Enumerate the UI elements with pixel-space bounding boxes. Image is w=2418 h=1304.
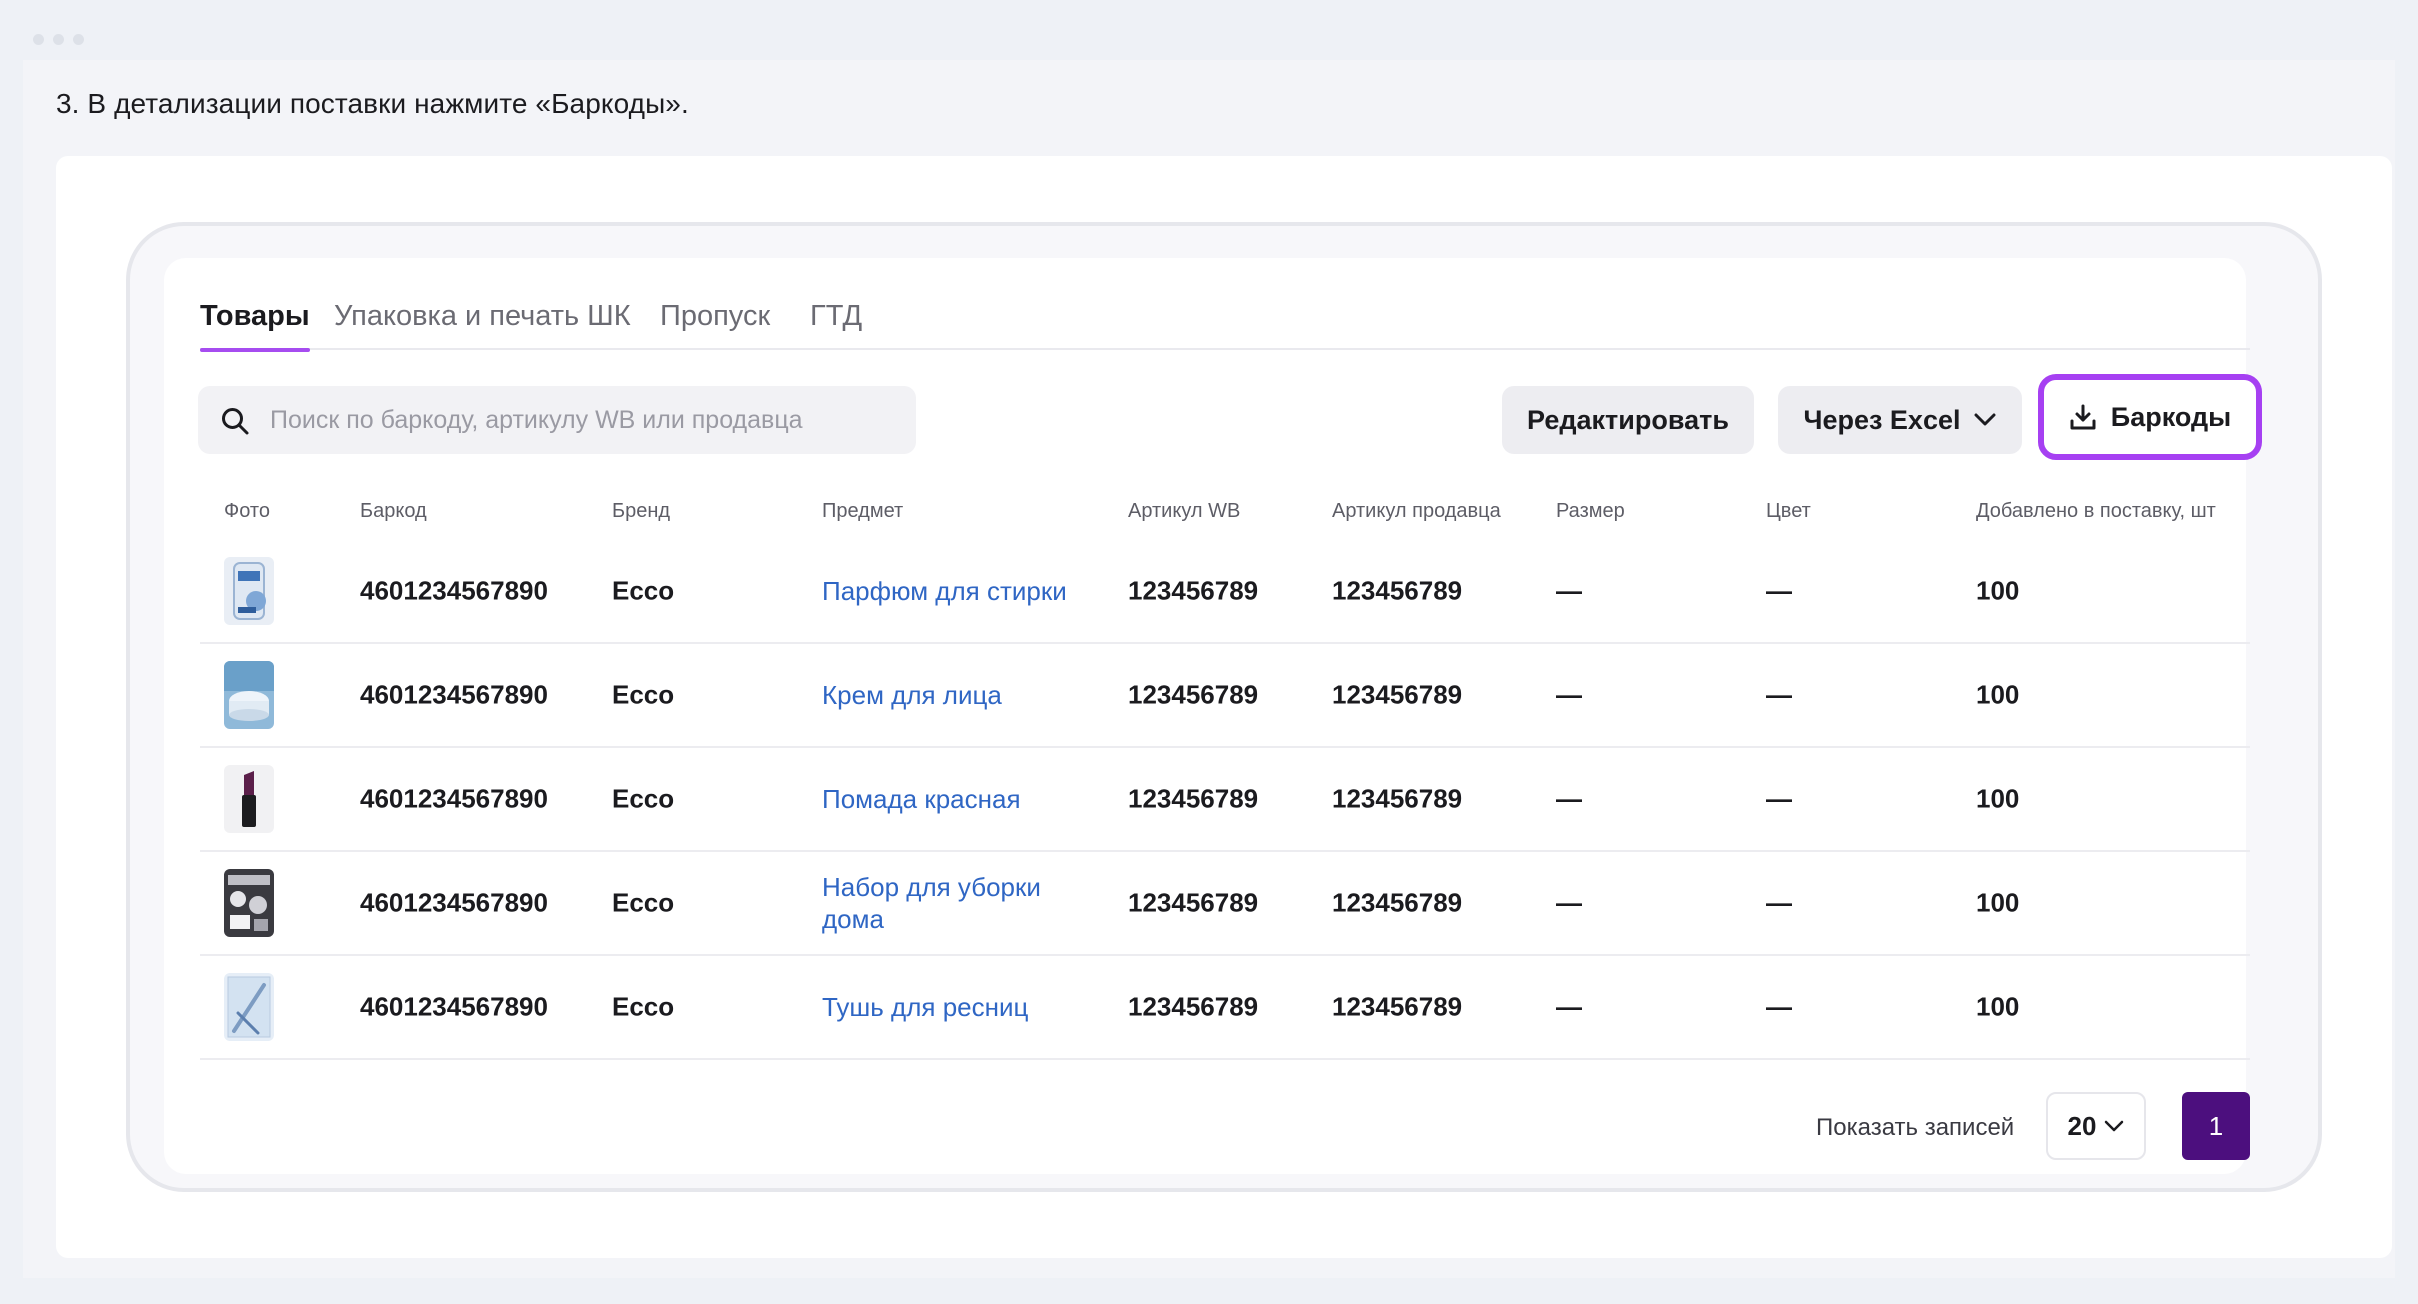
row-barcode: 4601234567890 [360,887,548,918]
table-row: 4601234567890 Ecco Помада красная 123456… [200,748,2250,852]
row-color: — [1766,575,1792,606]
row-article-seller: 123456789 [1332,679,1463,710]
row-brand: Ecco [612,783,675,814]
cleaning-set-thumb [224,869,274,937]
row-barcode: 4601234567890 [360,783,548,814]
row-brand: Ecco [612,887,675,918]
barcodes-button-label: Баркоды [2110,401,2232,432]
download-icon [2070,404,2096,430]
tab-gtd[interactable]: ГТД [810,300,862,348]
row-color: — [1766,991,1792,1022]
tab-pass[interactable]: Пропуск [660,300,770,348]
header-color: Цвет [1766,500,1811,522]
tab-packing-print[interactable]: Упаковка и печать ШК [334,300,631,348]
header-photo: Фото [224,500,270,522]
table-body: 4601234567890 Ecco Парфюм для стирки 123… [200,540,2250,1060]
row-color: — [1766,783,1792,814]
face-cream-thumb [224,661,274,729]
row-size: — [1556,575,1582,606]
row-subject-link[interactable]: Набор для уборки дома [822,871,1082,935]
row-added: 100 [1976,575,2020,606]
row-size: — [1556,783,1582,814]
mascara-thumb [224,973,274,1041]
per-page-value: 20 [2067,1110,2097,1141]
row-article-seller: 123456789 [1332,991,1463,1022]
header-article-seller: Артикул продавца [1332,500,1501,522]
tabs-bar: Товары Упаковка и печать ШК Пропуск ГТД [200,300,2250,352]
table-row: 4601234567890 Ecco Крем для лица 1234567… [200,644,2250,748]
edit-button-label: Редактировать [1527,404,1729,435]
row-color: — [1766,887,1792,918]
row-subject-link[interactable]: Помада красная [822,783,1082,815]
window-dot [33,34,44,45]
header-brand: Бренд [612,500,671,522]
barcodes-button[interactable]: Баркоды [2038,374,2262,460]
chevron-down-icon [2105,1120,2124,1132]
row-added: 100 [1976,991,2020,1022]
row-article-wb: 123456789 [1128,783,1259,814]
row-subject-link[interactable]: Парфюм для стирки [822,575,1082,607]
window-dot [53,34,64,45]
row-article-wb: 123456789 [1128,575,1259,606]
header-article-wb: Артикул WB [1128,500,1241,522]
row-article-seller: 123456789 [1332,887,1463,918]
table-row: 4601234567890 Ecco Тушь для ресниц 12345… [200,956,2250,1060]
row-brand: Ecco [612,575,675,606]
via-excel-dropdown[interactable]: Через Excel [1778,386,2022,454]
window-dot [73,34,84,45]
row-added: 100 [1976,887,2020,918]
window-dots [33,34,84,45]
table-row: 4601234567890 Ecco Набор для уборки дома… [200,852,2250,956]
laundry-perfume-thumb [224,557,274,625]
row-article-wb: 123456789 [1128,679,1259,710]
chevron-down-icon [1974,413,1996,426]
row-barcode: 4601234567890 [360,679,548,710]
row-subject-link[interactable]: Крем для лица [822,679,1082,711]
row-color: — [1766,679,1792,710]
tab-products[interactable]: Товары [200,300,310,352]
search-box [198,386,916,454]
page-button-current[interactable]: 1 [2182,1092,2250,1160]
row-added: 100 [1976,679,2020,710]
header-size: Размер [1556,500,1625,522]
via-excel-label: Через Excel [1803,404,1961,435]
row-added: 100 [1976,783,2020,814]
row-article-wb: 123456789 [1128,991,1259,1022]
row-subject-link[interactable]: Тушь для ресниц [822,991,1082,1023]
row-size: — [1556,991,1582,1022]
row-size: — [1556,887,1582,918]
per-page-select[interactable]: 20 [2046,1092,2146,1160]
search-input[interactable] [270,386,900,454]
row-size: — [1556,679,1582,710]
row-brand: Ecco [612,679,675,710]
step-instruction: 3. В детализации поставки нажмите «Барко… [56,88,689,119]
row-article-seller: 123456789 [1332,575,1463,606]
edit-button[interactable]: Редактировать [1502,386,1754,454]
lipstick-thumb [224,765,274,833]
show-records-label: Показать записей [1816,1114,2015,1141]
search-icon [222,408,249,435]
row-barcode: 4601234567890 [360,575,548,606]
header-added: Добавлено в поставку, шт [1976,500,2216,522]
table-row: 4601234567890 Ecco Парфюм для стирки 123… [200,540,2250,644]
row-brand: Ecco [612,991,675,1022]
row-article-wb: 123456789 [1128,887,1259,918]
header-barcode: Баркод [360,500,427,522]
header-subject: Предмет [822,500,904,522]
table-header: Фото Баркод Бренд Предмет Артикул WB Арт… [200,500,2250,530]
row-article-seller: 123456789 [1332,783,1463,814]
row-barcode: 4601234567890 [360,991,548,1022]
